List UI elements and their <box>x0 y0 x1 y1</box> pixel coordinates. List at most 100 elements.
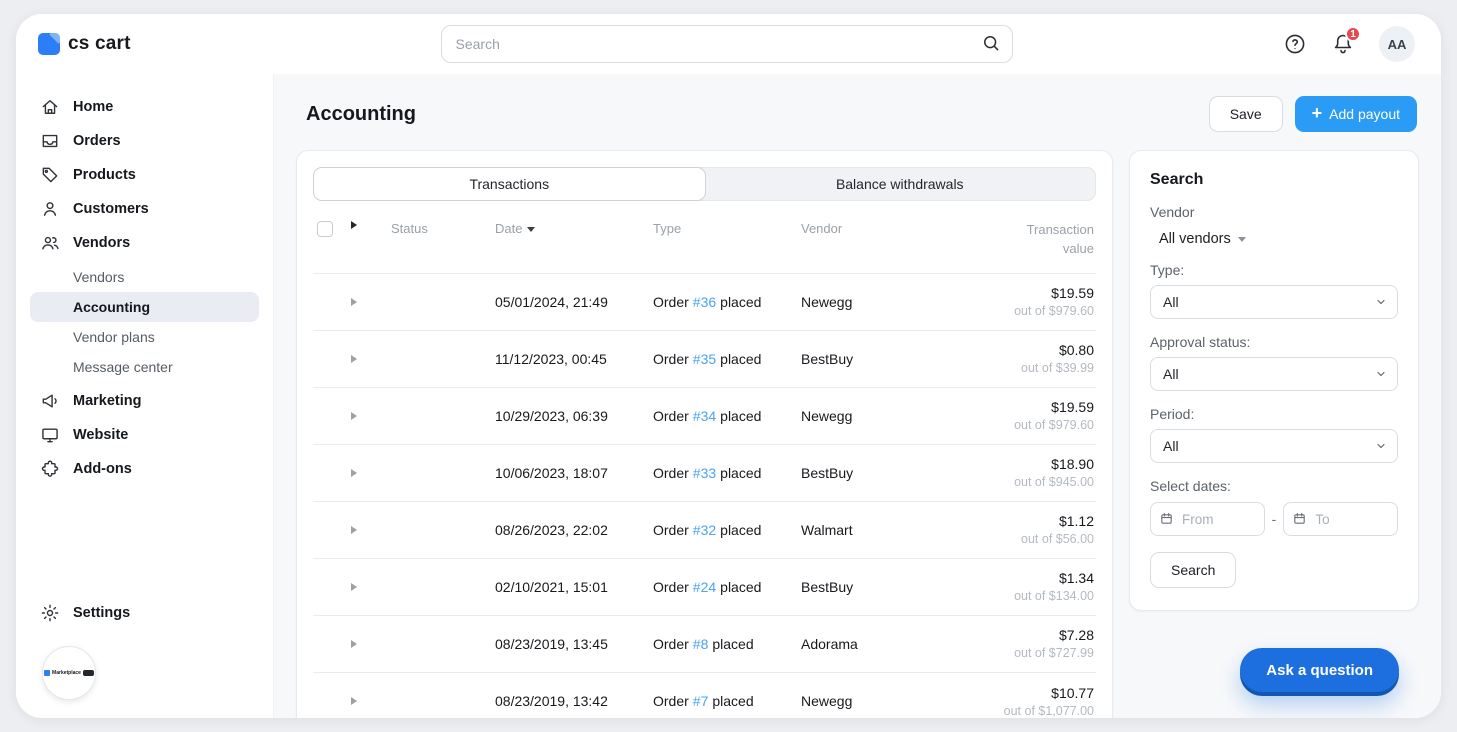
table-row[interactable]: 05/01/2024, 21:49 Order #36 placed Neweg… <box>313 274 1096 331</box>
table-header: Status Date Type Vendor Transaction valu… <box>313 205 1096 274</box>
row-date: 02/10/2021, 15:01 <box>495 579 653 595</box>
type-select[interactable]: All <box>1150 285 1398 319</box>
orders-icon <box>40 131 60 151</box>
table-row[interactable]: 08/26/2023, 22:02 Order #32 placed Walma… <box>313 502 1096 559</box>
table-row[interactable]: 02/10/2021, 15:01 Order #24 placed BestB… <box>313 559 1096 616</box>
calendar-icon <box>1292 511 1307 531</box>
column-header-date[interactable]: Date <box>495 221 653 236</box>
megaphone-icon <box>40 391 60 411</box>
order-link[interactable]: #34 <box>693 408 716 424</box>
row-date: 11/12/2023, 00:45 <box>495 351 653 367</box>
row-date: 08/23/2019, 13:45 <box>495 636 653 652</box>
filter-panel-title: Search <box>1150 171 1398 189</box>
sidebar-item-orders[interactable]: Orders <box>30 124 259 158</box>
order-link[interactable]: #24 <box>693 579 716 595</box>
sidebar-item-label: Settings <box>73 605 130 621</box>
sidebar-item-addons[interactable]: Add-ons <box>30 452 259 486</box>
expand-row-icon[interactable] <box>351 526 357 534</box>
notifications-bell-icon[interactable]: 1 <box>1331 32 1355 56</box>
plus-icon: + <box>1312 104 1323 122</box>
sidebar-item-label: Website <box>73 427 128 443</box>
approval-status-select[interactable]: All <box>1150 357 1398 391</box>
sidebar-item-customers[interactable]: Customers <box>30 192 259 226</box>
search-icon[interactable] <box>981 33 1001 58</box>
date-range: - <box>1150 502 1398 536</box>
table-row[interactable]: 08/23/2019, 13:45 Order #8 placed Adoram… <box>313 616 1096 673</box>
row-vendor: BestBuy <box>801 579 933 595</box>
vendor-dropdown[interactable]: All vendors <box>1150 231 1398 247</box>
sidebar-subitem-vendor-plans[interactable]: Vendor plans <box>30 322 259 352</box>
sidebar-item-label: Add-ons <box>73 461 132 477</box>
expand-row-icon[interactable] <box>351 583 357 591</box>
marketplace-badge[interactable]: Marketplace <box>42 646 96 700</box>
select-dates-label: Select dates: <box>1150 478 1398 494</box>
sidebar-item-website[interactable]: Website <box>30 418 259 452</box>
period-filter-label: Period: <box>1150 406 1398 422</box>
sidebar-item-label: Products <box>73 167 136 183</box>
row-vendor: Adorama <box>801 636 933 652</box>
expand-row-icon[interactable] <box>351 298 357 306</box>
user-avatar[interactable]: AA <box>1379 26 1415 62</box>
sidebar-item-products[interactable]: Products <box>30 158 259 192</box>
expand-row-icon[interactable] <box>351 412 357 420</box>
order-link[interactable]: #35 <box>693 351 716 367</box>
global-search <box>441 25 1013 63</box>
sidebar-item-settings[interactable]: Settings <box>30 596 259 630</box>
column-header-vendor[interactable]: Vendor <box>801 221 933 236</box>
table-row[interactable]: 11/12/2023, 00:45 Order #35 placed BestB… <box>313 331 1096 388</box>
column-header-status[interactable]: Status <box>391 221 495 236</box>
sidebar-subitem-vendors[interactable]: Vendors <box>30 262 259 292</box>
row-date: 08/23/2019, 13:42 <box>495 693 653 709</box>
order-link[interactable]: #32 <box>693 522 716 538</box>
gear-icon <box>40 603 60 623</box>
row-vendor: BestBuy <box>801 465 933 481</box>
topbar-actions: 1 AA <box>1013 26 1416 62</box>
sidebar-item-vendors[interactable]: Vendors <box>30 226 259 260</box>
cscart-logo-icon <box>38 33 60 55</box>
help-icon[interactable] <box>1283 32 1307 56</box>
row-date: 10/06/2023, 18:07 <box>495 465 653 481</box>
brand-logo[interactable]: cs cart <box>38 33 441 55</box>
home-icon <box>40 97 60 117</box>
table-row[interactable]: 10/29/2023, 06:39 Order #34 placed Neweg… <box>313 388 1096 445</box>
row-transaction-value: $1.34 out of $134.00 <box>933 570 1096 603</box>
sidebar-subitem-accounting[interactable]: Accounting <box>30 292 259 322</box>
select-all-checkbox[interactable] <box>317 221 333 237</box>
sort-desc-icon <box>527 227 535 232</box>
ask-a-question-button[interactable]: Ask a question <box>1240 648 1399 692</box>
expand-all-icon[interactable] <box>351 221 357 229</box>
order-link[interactable]: #8 <box>693 636 709 652</box>
order-link[interactable]: #33 <box>693 465 716 481</box>
expand-row-icon[interactable] <box>351 697 357 705</box>
expand-row-icon[interactable] <box>351 469 357 477</box>
row-transaction-value: $1.12 out of $56.00 <box>933 513 1096 546</box>
search-filter-panel: Search Vendor All vendors Type: All Appr… <box>1129 150 1419 611</box>
add-payout-button[interactable]: + Add payout <box>1295 96 1417 132</box>
sidebar-subitem-message-center[interactable]: Message center <box>30 352 259 382</box>
filter-search-button[interactable]: Search <box>1150 552 1236 588</box>
table-row[interactable]: 10/06/2023, 18:07 Order #33 placed BestB… <box>313 445 1096 502</box>
column-header-transaction-value[interactable]: Transaction value <box>933 221 1096 259</box>
sidebar-item-label: Vendors <box>73 235 130 251</box>
period-select[interactable]: All <box>1150 429 1398 463</box>
marketplace-logo: Marketplace <box>44 670 94 676</box>
order-link[interactable]: #7 <box>693 693 709 709</box>
tab-balance-withdrawals[interactable]: Balance withdrawals <box>705 168 1096 200</box>
sidebar-item-marketing[interactable]: Marketing <box>30 384 259 418</box>
row-type: Order #35 placed <box>653 351 801 367</box>
tag-icon <box>40 165 60 185</box>
expand-row-icon[interactable] <box>351 355 357 363</box>
table-row[interactable]: 08/23/2019, 13:42 Order #7 placed Newegg… <box>313 673 1096 718</box>
row-date: 05/01/2024, 21:49 <box>495 294 653 310</box>
global-search-input[interactable] <box>441 25 1013 63</box>
save-button[interactable]: Save <box>1209 96 1283 132</box>
order-link[interactable]: #36 <box>693 294 716 310</box>
row-date: 10/29/2023, 06:39 <box>495 408 653 424</box>
expand-row-icon[interactable] <box>351 640 357 648</box>
column-header-type[interactable]: Type <box>653 221 801 236</box>
brand-name: cs cart <box>68 33 131 55</box>
row-type: Order #24 placed <box>653 579 801 595</box>
tab-transactions[interactable]: Transactions <box>313 167 706 201</box>
notification-count-badge: 1 <box>1345 26 1361 42</box>
sidebar-item-home[interactable]: Home <box>30 90 259 124</box>
